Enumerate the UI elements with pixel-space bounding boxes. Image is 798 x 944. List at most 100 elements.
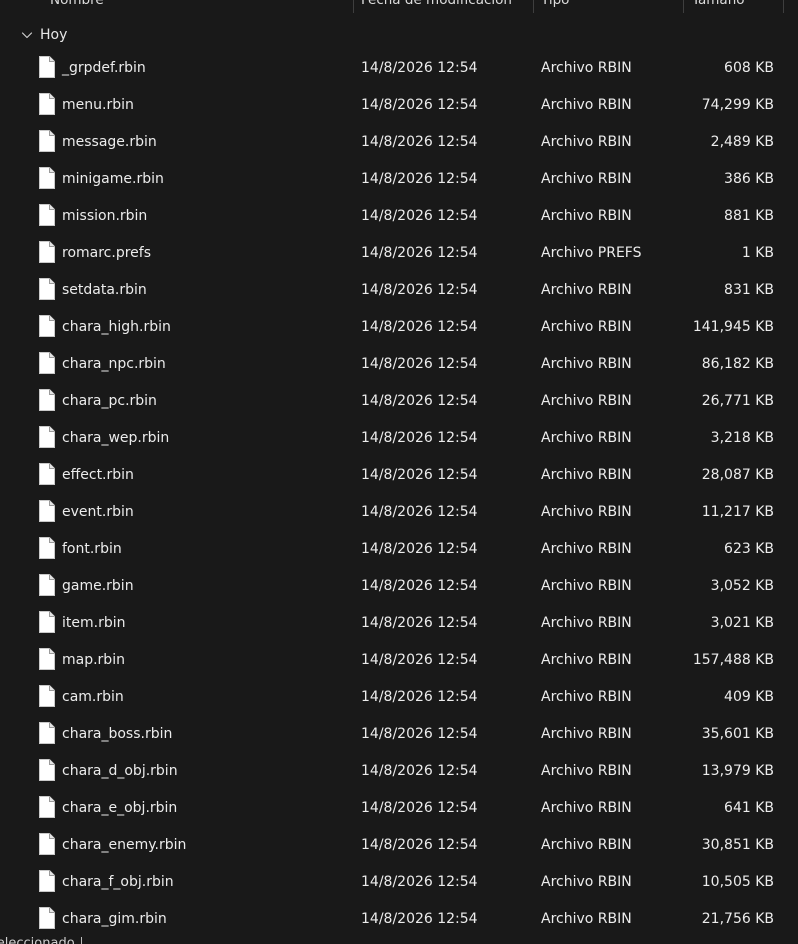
column-header-type[interactable]: Tipo [541, 0, 681, 13]
file-name: game.rbin [62, 578, 134, 594]
file-name: setdata.rbin [62, 282, 147, 298]
file-row[interactable]: cam.rbin 14/8/2026 12:54 Archivo RBIN 409 K… [0, 679, 798, 716]
file-type: Archivo RBIN [541, 171, 632, 187]
file-icon [39, 278, 55, 300]
file-size: 881 KB [724, 208, 774, 224]
file-icon [39, 870, 55, 892]
file-explorer-window: Nombre Fecha de modificación Tipo Tamaño… [0, 0, 798, 944]
file-row[interactable]: item.rbin 14/8/2026 12:54 Archivo RBIN 3,02… [0, 605, 798, 642]
file-size: 26,771 KB [701, 393, 774, 409]
file-row[interactable]: chara_pc.rbin 14/8/2026 12:54 Archivo RBIN… [0, 383, 798, 420]
column-header-date[interactable]: Fecha de modificación [361, 0, 531, 13]
file-type: Archivo RBIN [541, 874, 632, 890]
file-icon [39, 352, 55, 374]
file-icon [39, 537, 55, 559]
file-name: font.rbin [62, 541, 122, 557]
file-name: chara_wep.rbin [62, 430, 170, 446]
file-icon [39, 315, 55, 337]
file-row[interactable]: menu.rbin 14/8/2026 12:54 Archivo RBIN 74,2… [0, 87, 798, 124]
column-header-name[interactable]: Nombre [50, 0, 350, 13]
column-divider[interactable] [683, 0, 684, 13]
file-icon [39, 611, 55, 633]
file-row[interactable]: game.rbin 14/8/2026 12:54 Archivo RBIN 3,05… [0, 568, 798, 605]
file-name: minigame.rbin [62, 171, 164, 187]
file-date: 14/8/2026 12:54 [361, 208, 478, 224]
file-row[interactable]: effect.rbin 14/8/2026 12:54 Archivo RBIN 28… [0, 457, 798, 494]
file-icon [39, 389, 55, 411]
file-type: Archivo RBIN [541, 800, 632, 816]
file-date: 14/8/2026 12:54 [361, 800, 478, 816]
file-row[interactable]: chara_high.rbin 14/8/2026 12:54 Archivo RB… [0, 309, 798, 346]
file-size: 623 KB [724, 541, 774, 557]
file-row[interactable]: mission.rbin 14/8/2026 12:54 Archivo RBIN 8… [0, 198, 798, 235]
file-size: 28,087 KB [701, 467, 774, 483]
file-date: 14/8/2026 12:54 [361, 726, 478, 742]
file-icon [39, 722, 55, 744]
file-size: 21,756 KB [701, 911, 774, 927]
status-divider [81, 937, 82, 944]
file-row[interactable]: chara_d_obj.rbin 14/8/2026 12:54 Archivo R… [0, 753, 798, 790]
status-selection-text: seleccionado [0, 936, 75, 944]
file-icon [39, 241, 55, 263]
file-icon [39, 648, 55, 670]
file-size: 157,488 KB [692, 652, 774, 668]
file-size: 3,218 KB [710, 430, 774, 446]
file-row[interactable]: message.rbin 14/8/2026 12:54 Archivo RBIN 2… [0, 124, 798, 161]
file-name: map.rbin [62, 652, 125, 668]
file-row[interactable]: chara_gim.rbin 14/8/2026 12:54 Archivo RBI… [0, 901, 798, 938]
file-row[interactable]: minigame.rbin 14/8/2026 12:54 Archivo RBIN… [0, 161, 798, 198]
file-row[interactable]: chara_e_obj.rbin 14/8/2026 12:54 Archivo R… [0, 790, 798, 827]
file-date: 14/8/2026 12:54 [361, 874, 478, 890]
file-icon [39, 685, 55, 707]
file-type: Archivo RBIN [541, 911, 632, 927]
column-divider[interactable] [783, 0, 784, 13]
file-type: Archivo RBIN [541, 504, 632, 520]
file-type: Archivo RBIN [541, 60, 632, 76]
file-type: Archivo RBIN [541, 726, 632, 742]
chevron-down-icon[interactable] [20, 28, 34, 42]
file-row[interactable]: setdata.rbin 14/8/2026 12:54 Archivo RBIN 8… [0, 272, 798, 309]
column-header-size[interactable]: Tamaño [692, 0, 782, 13]
file-row[interactable]: _grpdef.rbin 14/8/2026 12:54 Archivo RBIN 6… [0, 50, 798, 87]
file-icon [39, 93, 55, 115]
file-size: 3,052 KB [710, 578, 774, 594]
file-icon [39, 463, 55, 485]
column-divider[interactable] [353, 0, 354, 13]
file-size: 11,217 KB [701, 504, 774, 520]
file-type: Archivo RBIN [541, 319, 632, 335]
file-row[interactable]: map.rbin 14/8/2026 12:54 Archivo RBIN 157,4… [0, 642, 798, 679]
file-row[interactable]: romarc.prefs 14/8/2026 12:54 Archivo PREFS… [0, 235, 798, 272]
file-type: Archivo RBIN [541, 467, 632, 483]
file-row[interactable]: chara_npc.rbin 14/8/2026 12:54 Archivo RBI… [0, 346, 798, 383]
file-size: 409 KB [724, 689, 774, 705]
file-date: 14/8/2026 12:54 [361, 689, 478, 705]
file-row[interactable]: font.rbin 14/8/2026 12:54 Archivo RBIN 623 … [0, 531, 798, 568]
group-label: Hoy [40, 27, 68, 43]
file-icon [39, 130, 55, 152]
file-name: chara_d_obj.rbin [62, 763, 178, 779]
file-name: _grpdef.rbin [62, 60, 146, 76]
file-row[interactable]: chara_boss.rbin 14/8/2026 12:54 Archivo RB… [0, 716, 798, 753]
file-icon [39, 833, 55, 855]
group-header-today[interactable]: Hoy [20, 25, 67, 45]
file-size: 641 KB [724, 800, 774, 816]
file-date: 14/8/2026 12:54 [361, 245, 478, 261]
file-date: 14/8/2026 12:54 [361, 652, 478, 668]
file-type: Archivo RBIN [541, 689, 632, 705]
file-size: 13,979 KB [701, 763, 774, 779]
column-header-bar: Nombre Fecha de modificación Tipo Tamaño [0, 0, 798, 13]
file-date: 14/8/2026 12:54 [361, 171, 478, 187]
file-row[interactable]: chara_wep.rbin 14/8/2026 12:54 Archivo RBI… [0, 420, 798, 457]
file-type: Archivo RBIN [541, 541, 632, 557]
column-divider[interactable] [533, 0, 534, 13]
file-row[interactable]: chara_enemy.rbin 14/8/2026 12:54 Archivo R… [0, 827, 798, 864]
file-date: 14/8/2026 12:54 [361, 541, 478, 557]
file-size: 831 KB [724, 282, 774, 298]
file-size: 608 KB [724, 60, 774, 76]
file-date: 14/8/2026 12:54 [361, 763, 478, 779]
file-date: 14/8/2026 12:54 [361, 911, 478, 927]
file-date: 14/8/2026 12:54 [361, 837, 478, 853]
file-row[interactable]: chara_f_obj.rbin 14/8/2026 12:54 Archivo R… [0, 864, 798, 901]
file-size: 2,489 KB [710, 134, 774, 150]
file-row[interactable]: event.rbin 14/8/2026 12:54 Archivo RBIN 11,… [0, 494, 798, 531]
